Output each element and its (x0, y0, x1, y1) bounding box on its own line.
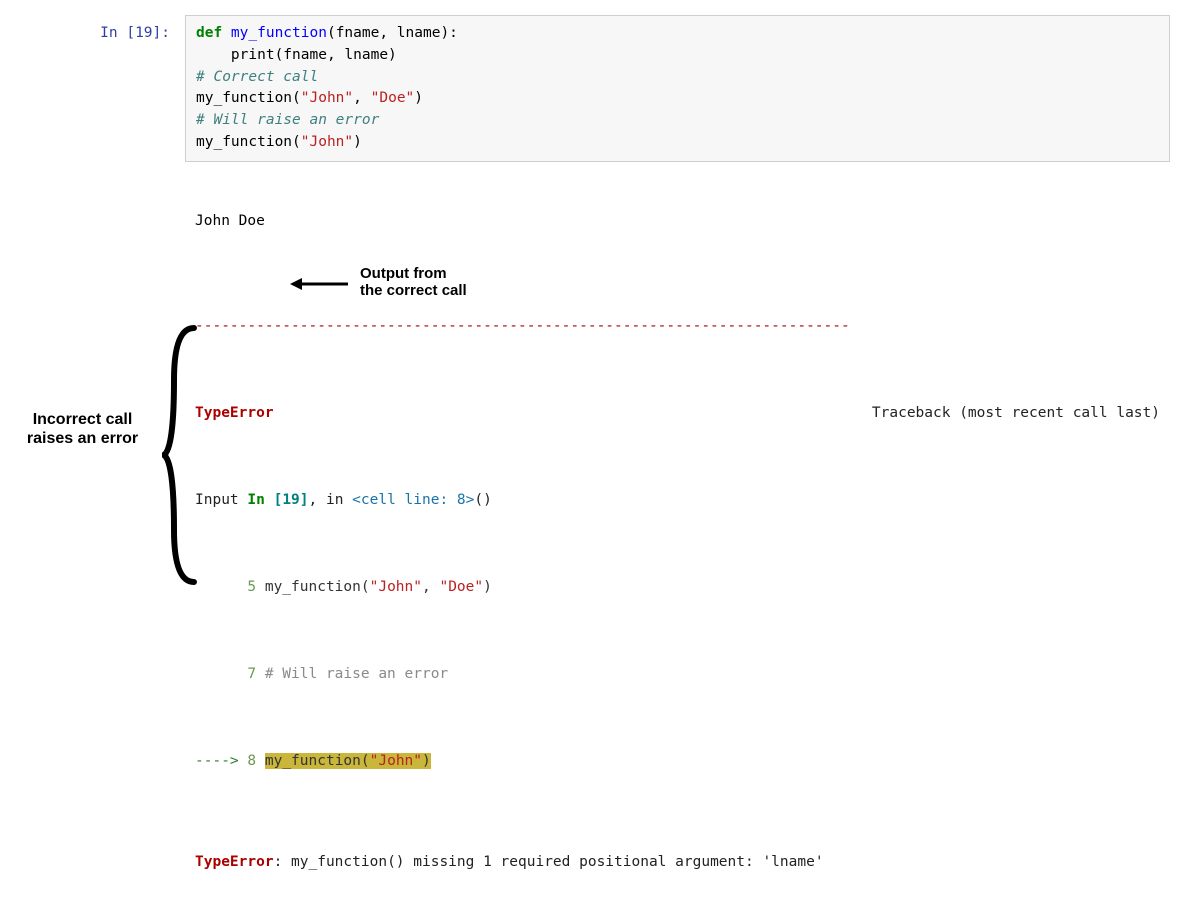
code-line: # Will raise an error (196, 110, 1159, 132)
error-message: : my_function() missing 1 required posit… (274, 854, 824, 870)
tb-text: , in (309, 492, 353, 508)
tb-text: () (474, 492, 491, 508)
code-text: ) (414, 90, 423, 106)
tb-code: my_function( (265, 753, 370, 769)
tb-cell-number: [19] (274, 492, 309, 508)
tb-comment: # Will raise an error (256, 666, 448, 682)
traceback-label: Traceback (most recent call last) (872, 403, 1160, 425)
stdout-line: John Doe (195, 211, 1160, 233)
tb-arrow: ----> (195, 753, 247, 769)
code-text: my_function( (196, 134, 301, 150)
comment: # Will raise an error (196, 112, 379, 128)
keyword-def: def (196, 25, 222, 41)
string-literal: "John" (301, 134, 353, 150)
curly-brace-icon (162, 320, 202, 590)
string-literal: "Doe" (439, 579, 483, 595)
tb-code: ) (422, 753, 431, 769)
code-line: # Correct call (196, 67, 1159, 89)
code-line: my_function("John", "Doe") (196, 88, 1159, 110)
code-text: , (353, 90, 370, 106)
string-literal: "John" (301, 90, 353, 106)
tb-cell-link: <cell line: 8> (352, 492, 474, 508)
line-number: 8 (247, 753, 256, 769)
code-text: ) (353, 134, 362, 150)
annotation-incorrect-label: Incorrect call raises an error (0, 410, 165, 448)
notebook-cell: In [19]: def my_function(fname, lname): … (75, 15, 1180, 917)
tb-code: ) (483, 579, 492, 595)
traceback-line: 7 # Will raise an error (195, 664, 1160, 686)
input-prompt: In [19]: (75, 23, 180, 45)
string-literal: "John" (370, 579, 422, 595)
function-name: my_function (222, 25, 327, 41)
traceback-header: TypeError Traceback (most recent call la… (195, 403, 1160, 425)
code-text: (fname, lname): (327, 25, 458, 41)
traceback-line: TypeError: my_function() missing 1 requi… (195, 852, 1160, 874)
annotation-text: Output from (360, 265, 447, 282)
code-line: def my_function(fname, lname): (196, 23, 1159, 45)
annotation-arrow-icon (290, 274, 350, 294)
code-input-area[interactable]: def my_function(fname, lname): print(fna… (185, 15, 1170, 162)
annotation-text: Incorrect call (33, 411, 133, 428)
traceback-line: Input In [19], in <cell line: 8>() (195, 490, 1160, 512)
line-number: 5 (195, 579, 256, 595)
highlighted-error-call: my_function("John") (265, 753, 431, 769)
traceback-line: 5 my_function("John", "Doe") (195, 577, 1160, 599)
annotation-output-label: Output from the correct call (360, 265, 467, 300)
code-line: print(fname, lname) (196, 45, 1159, 67)
tb-sp (256, 753, 265, 769)
code-line: my_function("John") (196, 132, 1159, 154)
error-name: TypeError (195, 403, 274, 425)
tb-text: Input (195, 492, 247, 508)
tb-code: , (422, 579, 439, 595)
string-literal: "Doe" (371, 90, 415, 106)
traceback-divider: ----------------------------------------… (195, 316, 1160, 338)
code-text: my_function( (196, 90, 301, 106)
annotation-text: raises an error (27, 430, 138, 447)
tb-in-keyword: In (247, 492, 273, 508)
error-name: TypeError (195, 854, 274, 870)
annotation-text: the correct call (360, 282, 467, 299)
string-literal: "John" (370, 753, 422, 769)
comment: # Correct call (196, 69, 318, 85)
tb-code: my_function( (256, 579, 370, 595)
traceback-line: ----> 8 my_function("John") (195, 751, 1160, 773)
line-number: 7 (195, 666, 256, 682)
